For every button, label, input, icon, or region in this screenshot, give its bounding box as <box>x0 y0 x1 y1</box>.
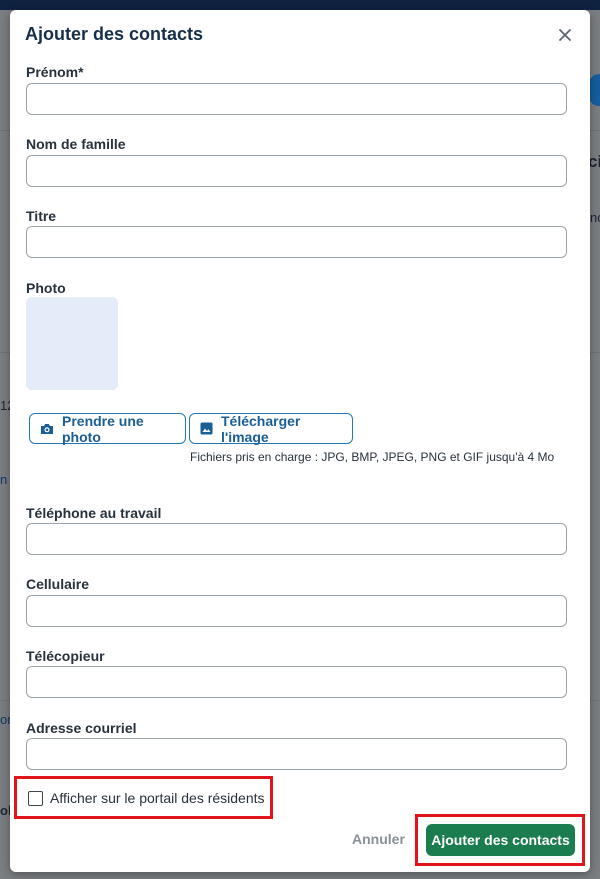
dialog-title: Ajouter des contacts <box>25 24 204 44</box>
resident-portal-option[interactable]: Afficher sur le portail des résidents <box>28 790 265 806</box>
take-photo-label: Prendre une photo <box>62 412 144 445</box>
image-icon <box>200 422 213 435</box>
cell-phone-label: Cellulaire <box>26 576 90 592</box>
work-phone-input[interactable] <box>26 523 567 555</box>
upload-image-label: Télécharger l'image <box>221 412 301 445</box>
title-input[interactable] <box>26 226 567 258</box>
background-text-fragment: n <box>0 472 8 487</box>
resident-portal-checkbox[interactable] <box>28 790 43 806</box>
title-label: Titre <box>26 208 57 224</box>
camera-icon <box>41 423 53 434</box>
work-phone-label: Téléphone au travail <box>26 505 162 521</box>
last-name-input[interactable] <box>26 155 567 187</box>
photo-placeholder <box>26 297 118 390</box>
email-label: Adresse courriel <box>26 720 137 736</box>
upload-image-button[interactable]: Télécharger l'image <box>189 412 353 445</box>
supported-formats-hint: Fichiers pris en charge : JPG, BMP, JPEG… <box>190 450 555 464</box>
close-icon[interactable] <box>556 26 574 44</box>
last-name-label: Nom de famille <box>26 136 126 152</box>
cancel-button[interactable]: Annuler <box>352 831 405 847</box>
add-contacts-dialog: Ajouter des contacts Prénom* Nom de fami… <box>10 10 590 872</box>
first-name-input[interactable] <box>26 83 567 115</box>
fax-label: Télécopieur <box>26 648 105 664</box>
take-photo-button[interactable]: Prendre une photo <box>29 412 186 445</box>
first-name-label: Prénom* <box>26 64 84 80</box>
photo-label: Photo <box>26 280 66 296</box>
background-text-fragment: nc <box>590 210 600 225</box>
cell-phone-input[interactable] <box>26 595 567 627</box>
fax-input[interactable] <box>26 666 567 698</box>
background-top-bar <box>0 0 600 10</box>
resident-portal-label: Afficher sur le portail des résidents <box>50 790 265 806</box>
add-contacts-button[interactable]: Ajouter des contacts <box>426 824 575 856</box>
email-input[interactable] <box>26 738 567 770</box>
background-blue-button <box>589 74 600 106</box>
